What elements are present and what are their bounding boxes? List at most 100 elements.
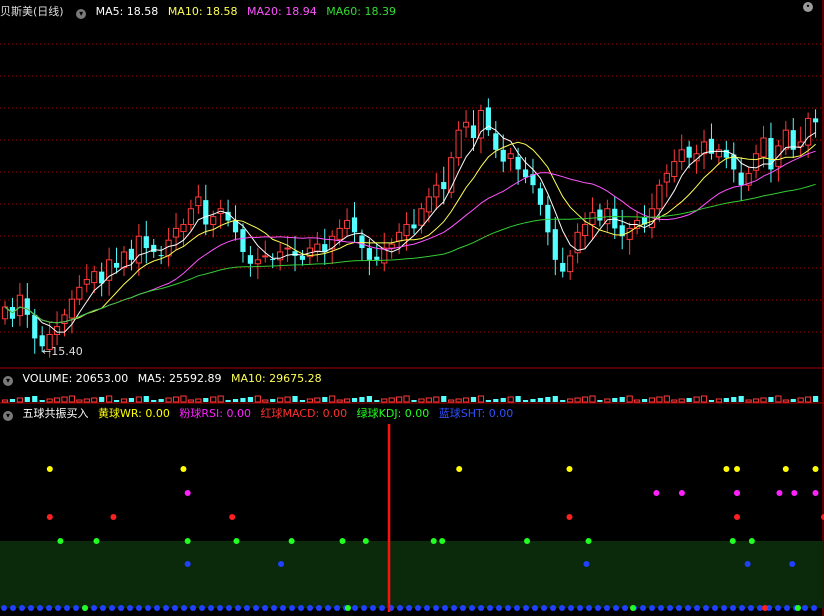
candle-body-up: [195, 196, 202, 207]
candle-body-up: [678, 149, 685, 163]
volume-bar-down: [641, 399, 648, 402]
volume-bar-up: [106, 395, 113, 403]
pink-ball-value: 粉球RSI: 0.00: [179, 407, 251, 420]
baseline-ball: [145, 605, 151, 611]
price-header: 贝斯美(日线) ▾ MA5: 18.58 MA10: 18.58 MA20: 1…: [0, 4, 402, 20]
baseline-ball: [595, 605, 601, 611]
candle-body-down: [560, 262, 566, 272]
baseline-signal-ball: [630, 605, 636, 611]
blue-ball: [278, 561, 285, 567]
volume-bar-up: [187, 399, 195, 403]
candlestick-series[interactable]: [1, 98, 819, 358]
dropdown-icon[interactable]: ▾: [76, 9, 87, 19]
candle-body-up: [663, 172, 670, 183]
volume-bar-up: [284, 396, 291, 403]
dropdown-icon[interactable]: ▾: [3, 411, 13, 421]
volume-bar-down: [240, 398, 246, 402]
volume-bar-up: [700, 395, 708, 403]
volume-bar-up: [195, 398, 202, 403]
candle-body-up: [760, 137, 767, 158]
green-ball: [585, 538, 592, 544]
baseline-ball: [739, 605, 745, 611]
green-ball: [524, 538, 531, 544]
volume-bar-down: [537, 398, 544, 402]
candle-body-up: [210, 216, 217, 225]
red-ball: [229, 514, 236, 520]
yellow-ball: [782, 466, 789, 472]
blue-ball: [184, 561, 191, 567]
candle-body-up: [91, 271, 98, 284]
baseline-ball: [712, 605, 718, 611]
candle-body-up: [403, 223, 410, 236]
baseline-ball: [478, 605, 484, 611]
chart-title[interactable]: 贝斯美(日线): [0, 5, 64, 18]
volume-bar-down: [790, 399, 796, 402]
baseline-ball: [721, 605, 727, 611]
candle-body-down: [545, 204, 551, 233]
volume-bar-down: [143, 396, 149, 402]
candle-body-up: [567, 255, 574, 273]
baseline-ball: [37, 605, 43, 611]
baseline-ball: [91, 605, 97, 611]
baseline-signal-ball: [82, 605, 88, 611]
volume-bar-up: [277, 397, 284, 403]
volume-bar-down: [411, 400, 417, 402]
candle-body-up: [433, 184, 440, 198]
price-grid: [0, 0, 824, 616]
candle-body-up: [262, 255, 269, 258]
green-ball-value: 绿球KDJ: 0.00: [356, 407, 430, 420]
volume-value: VOLUME: 20653.00: [22, 372, 129, 385]
volume-bar-up: [462, 397, 470, 403]
volume-bar-up: [678, 398, 685, 403]
yellow-ball: [723, 466, 730, 472]
candle-body-up: [76, 286, 83, 300]
low-price-marker: ←15.40: [42, 345, 83, 358]
ma10-line: [4, 141, 816, 324]
indicator-title[interactable]: 五球共振买入: [23, 407, 89, 420]
red-ball: [566, 514, 573, 520]
volume-bar-up: [589, 395, 596, 403]
baseline-ball: [559, 605, 565, 611]
volume-bar-down: [485, 400, 491, 402]
candle-body-up: [68, 298, 76, 319]
volume-bar-up: [16, 397, 23, 403]
baseline-ball: [703, 605, 709, 611]
pink-ball: [678, 490, 685, 496]
volume-bar-up: [633, 399, 641, 403]
baseline-signal-ball: [795, 605, 801, 611]
volume-bar-up: [76, 399, 83, 403]
red-ball: [734, 514, 741, 520]
candle-body-up: [187, 208, 195, 225]
volume-bar-down: [32, 396, 38, 402]
candle-body-up: [507, 153, 514, 159]
volume-bar-up: [135, 396, 142, 403]
volume-bar-down: [708, 400, 715, 402]
baseline-ball: [487, 605, 493, 611]
baseline-ball: [262, 605, 268, 611]
baseline-ball: [235, 605, 241, 611]
baseline-ball: [307, 605, 313, 611]
volume-header: ▾ VOLUME: 20653.00 MA5: 25592.89 MA10: 2…: [0, 371, 328, 387]
candle-body-up: [462, 121, 470, 128]
pink-ball: [791, 490, 798, 496]
chart-canvas[interactable]: [0, 0, 824, 616]
candle-body-down: [143, 236, 149, 249]
ma20-value: MA20: 18.94: [247, 5, 317, 18]
volume-bar-down: [351, 398, 358, 402]
volume-bar-up: [574, 397, 581, 403]
volume-bar-up: [68, 395, 76, 403]
baseline-ball: [10, 605, 16, 611]
volume-bar-down: [560, 400, 566, 402]
dropdown-icon[interactable]: ▾: [3, 376, 13, 386]
volume-bar-down: [158, 399, 164, 402]
baseline-ball: [271, 605, 277, 611]
volume-bar-up: [61, 396, 68, 403]
volume-bar-down: [359, 397, 365, 402]
settings-icon[interactable]: •: [803, 2, 813, 12]
baseline-ball: [748, 605, 754, 611]
indicator-panel: [0, 541, 823, 608]
baseline-ball: [55, 605, 61, 611]
volume-bar-up: [336, 399, 343, 403]
candle-body-down: [366, 248, 372, 260]
candle-body-down: [470, 125, 477, 139]
